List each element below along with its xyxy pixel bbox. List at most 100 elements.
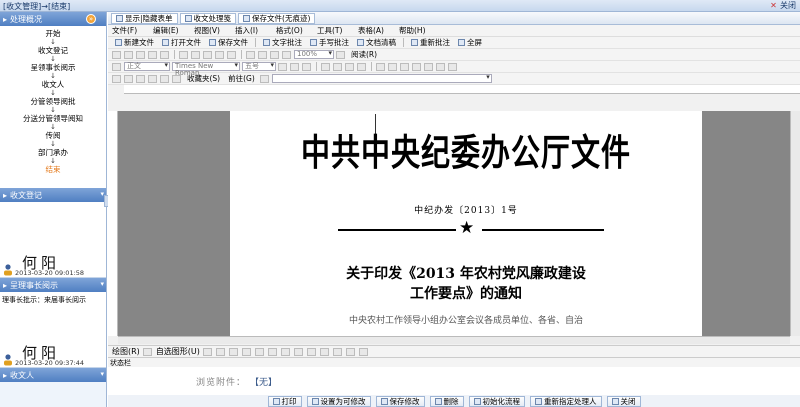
shadow-icon[interactable] (345, 347, 355, 356)
help-icon[interactable] (336, 50, 345, 59)
drawing-icon[interactable] (270, 50, 279, 59)
save-clean-button[interactable]: 保存文件(无痕迹) (238, 12, 316, 24)
section-header-chairman[interactable]: ▸ 呈理事长阅示 ▾ (0, 278, 106, 292)
flow-panel-header[interactable]: ▸ 处理概况 » (0, 12, 106, 26)
textbox-icon[interactable] (254, 347, 264, 356)
image-icon[interactable] (280, 347, 290, 356)
line-style-icon[interactable] (332, 347, 342, 356)
print-button[interactable]: 打印 (267, 395, 302, 407)
align-left-icon[interactable] (321, 62, 330, 71)
draw-menu-button[interactable]: 绘图(R) (112, 346, 140, 357)
line-icon[interactable] (202, 347, 212, 356)
paste-icon[interactable] (203, 50, 212, 59)
section-header-register[interactable]: ▸ 收文登记 ▾ (0, 188, 106, 202)
bold-icon[interactable] (278, 62, 287, 71)
fill-color-icon[interactable] (293, 347, 303, 356)
save-changes-button[interactable]: 保存修改 (375, 395, 425, 407)
undo-icon[interactable] (215, 50, 224, 59)
delete-button[interactable]: 删除 (429, 395, 464, 407)
collapse-icon[interactable]: » (86, 14, 96, 24)
print-icon[interactable] (148, 50, 157, 59)
wordart-icon[interactable] (267, 347, 277, 356)
font-color-icon[interactable] (448, 62, 457, 71)
read-mode-button[interactable]: 阅读(R) (348, 50, 380, 60)
underline-icon[interactable] (302, 62, 311, 71)
arrow-icon: ▸ (3, 370, 8, 380)
line-color-icon[interactable] (306, 347, 316, 356)
forward-icon[interactable] (124, 74, 133, 83)
menu-format[interactable]: 格式(O) (276, 25, 317, 36)
address-input[interactable] (271, 74, 492, 83)
indent-icon[interactable] (400, 62, 409, 71)
close-window-button[interactable]: ✕ 关闭 (769, 0, 796, 11)
document-page[interactable]: 中共中央纪委办公厅文件 中纪办发〔2013〕1号 ★ 关于印发《2013 年农村… (230, 111, 702, 336)
select-icon[interactable] (142, 347, 152, 356)
menu-help[interactable]: 帮助(H) (399, 25, 440, 36)
down-arrow-icon: ↓ (50, 89, 56, 97)
save-icon[interactable] (136, 50, 145, 59)
numbering-icon[interactable] (376, 62, 385, 71)
reset-flow-button[interactable]: 初始化流程 (468, 395, 525, 407)
3d-icon[interactable] (358, 347, 368, 356)
zoom-select[interactable]: 100% (294, 50, 334, 59)
handwrite-annotation-button[interactable]: 手写批注 (307, 38, 352, 48)
reannotate-button[interactable]: 重新批注 (408, 38, 453, 48)
new-icon[interactable] (112, 50, 121, 59)
document-area[interactable]: 中共中央纪委办公厅文件 中纪办发〔2013〕1号 ★ 关于印发《2013 年农村… (118, 111, 790, 336)
redo-icon[interactable] (227, 50, 236, 59)
justify-icon[interactable] (357, 62, 366, 71)
save-file-button[interactable]: 保存文件 (206, 38, 251, 48)
document-title: 中共中央纪委办公厅文件 (300, 131, 631, 174)
arrow-icon[interactable] (215, 347, 225, 356)
preview-icon[interactable] (160, 50, 169, 59)
menu-file[interactable]: 文件(F) (112, 25, 153, 36)
open-file-button[interactable]: 打开文件 (159, 38, 204, 48)
border-icon[interactable] (424, 62, 433, 71)
home-icon[interactable] (160, 74, 169, 83)
goto-button[interactable]: 前往(G) (225, 74, 258, 84)
cut-icon[interactable] (179, 50, 188, 59)
align-center-icon[interactable] (333, 62, 342, 71)
menu-table[interactable]: 表格(A) (358, 25, 399, 36)
horizontal-scrollbar[interactable] (118, 336, 790, 344)
menu-view[interactable]: 视图(V) (194, 25, 235, 36)
receipt-slip-button[interactable]: 收文处理笺 (179, 12, 237, 24)
back-icon[interactable] (112, 74, 121, 83)
stop-icon[interactable] (136, 74, 145, 83)
clean-document-button[interactable]: 文档清稿 (354, 38, 399, 48)
refresh-icon[interactable] (148, 74, 157, 83)
standard-toolbar: 100% 阅读(R) (108, 49, 800, 61)
text-annotation-button[interactable]: 文字批注 (260, 38, 305, 48)
font-color-icon[interactable] (319, 347, 329, 356)
menu-tools[interactable]: 工具(T) (317, 25, 358, 36)
section-header-receiver[interactable]: ▸ 收文人 ▾ (0, 368, 106, 382)
style-select[interactable]: 正文 (124, 62, 170, 71)
menu-insert[interactable]: 插入(I) (235, 25, 276, 36)
copy-icon[interactable] (191, 50, 200, 59)
table-icon[interactable] (246, 50, 255, 59)
font-select[interactable]: Times New Roman (172, 62, 240, 77)
font-size-select[interactable]: 五号 (242, 62, 276, 71)
italic-icon[interactable] (290, 62, 299, 71)
menu-edit[interactable]: 编辑(E) (153, 25, 194, 36)
toggle-form-button[interactable]: 显示|隐藏表单 (111, 12, 178, 24)
highlight-icon[interactable] (436, 62, 445, 71)
outdent-icon[interactable] (412, 62, 421, 71)
fullscreen-button[interactable]: 全屏 (455, 38, 485, 48)
show-only-web-icon[interactable] (259, 74, 269, 83)
oval-icon[interactable] (241, 347, 251, 356)
rectangle-icon[interactable] (228, 347, 238, 356)
vertical-scrollbar[interactable] (790, 111, 800, 336)
new-file-button[interactable]: 新建文件 (112, 38, 157, 48)
style-icon[interactable] (112, 62, 121, 71)
open-icon[interactable] (124, 50, 133, 59)
autoshape-button[interactable]: 自选图形(U) (156, 346, 200, 357)
reassign-handler-button[interactable]: 重新指定处理人 (530, 395, 602, 407)
align-right-icon[interactable] (345, 62, 354, 71)
bullets-icon[interactable] (388, 62, 397, 71)
columns-icon[interactable] (258, 50, 267, 59)
set-editable-button[interactable]: 设置为可修改 (306, 395, 371, 407)
map-icon[interactable] (282, 50, 291, 59)
attachment-link[interactable]: 【无】 (250, 375, 277, 388)
close-button[interactable]: 关闭 (606, 395, 641, 407)
